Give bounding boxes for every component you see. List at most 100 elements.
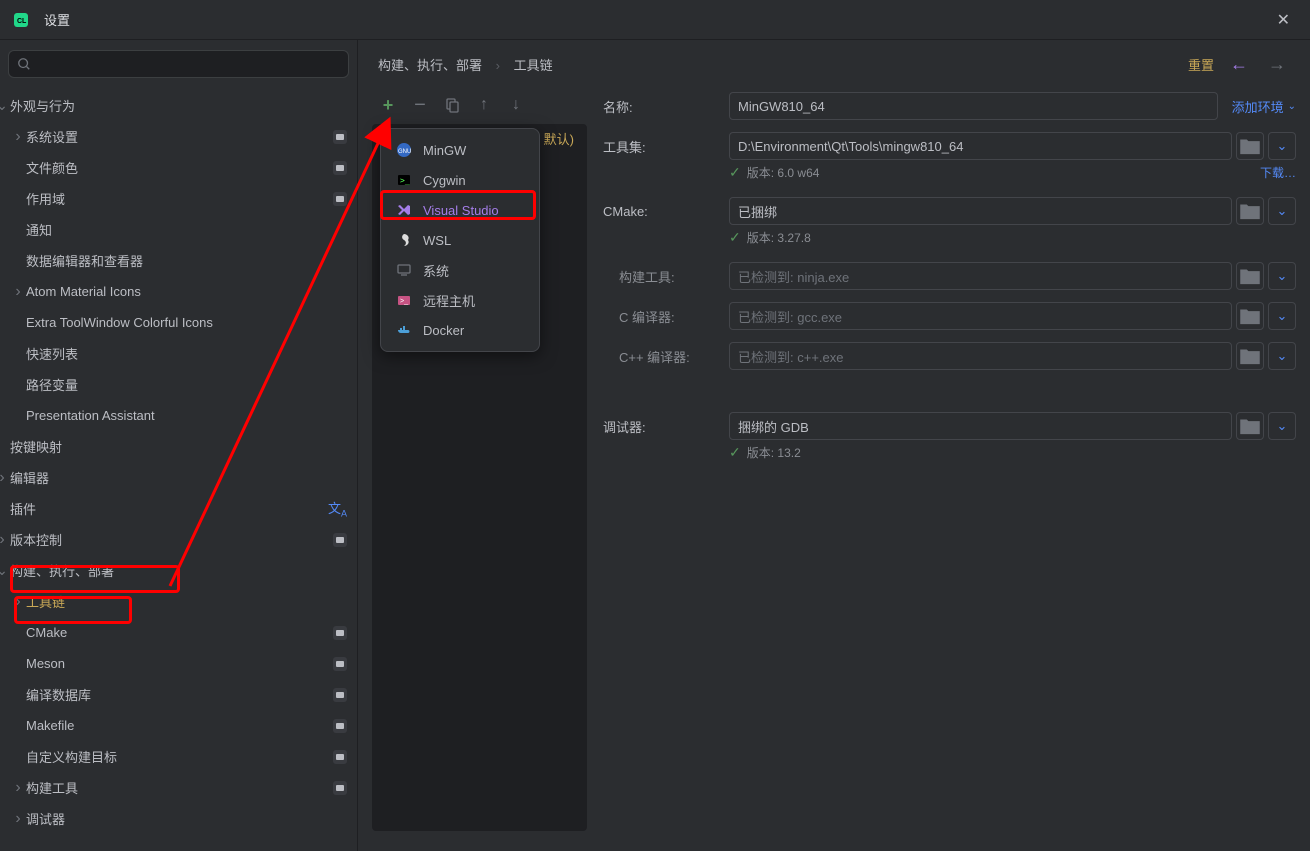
project-badge-icon (333, 719, 347, 733)
project-badge-icon (333, 130, 347, 144)
breadcrumb-sep: › (496, 58, 500, 73)
dropdown-button[interactable]: ⌄ (1268, 132, 1296, 160)
search-input[interactable] (8, 50, 349, 78)
chevron-right-icon (10, 779, 26, 797)
tree-item[interactable]: 通知 (0, 214, 357, 245)
buildtool-input[interactable]: 已检测到: ninja.exe (729, 262, 1232, 290)
tree-item[interactable]: CMake (0, 617, 357, 648)
popup-item-mingw[interactable]: GNUMinGW (381, 135, 539, 165)
name-input[interactable]: MinGW810_64 (729, 92, 1218, 120)
project-badge-icon (333, 781, 347, 795)
tree-item[interactable]: Presentation Assistant (0, 400, 357, 431)
browse-folder-button[interactable] (1236, 302, 1264, 330)
tree-item[interactable]: 自定义构建目标 (0, 741, 357, 772)
remove-button[interactable]: − (408, 93, 432, 117)
cpp-compiler-label: C++ 编译器: (603, 347, 729, 366)
reset-link[interactable]: 重置 (1188, 55, 1214, 74)
tree-item[interactable]: 作用域 (0, 183, 357, 214)
tree-item-label: Makefile (26, 718, 74, 733)
add-environment-link[interactable]: 添加环境 ⌄ (1232, 97, 1296, 116)
chevron-right-icon (10, 593, 26, 611)
browse-folder-button[interactable] (1236, 262, 1264, 290)
tree-item-label: CMake (26, 625, 67, 640)
project-badge-icon (333, 657, 347, 671)
tree-item[interactable]: 构建工具 (0, 772, 357, 803)
back-arrow-icon[interactable]: ← (1226, 54, 1252, 75)
tree-item[interactable]: 文件颜色 (0, 152, 357, 183)
tree-item[interactable]: 路径变量 (0, 369, 357, 400)
tree-item[interactable]: 构建、执行、部署 (0, 555, 357, 586)
cmake-input[interactable]: 已捆绑 (729, 197, 1232, 225)
toolset-version: ✓ 版本: 6.0 w64 下载… (729, 164, 1296, 181)
forward-arrow-icon[interactable]: → (1264, 54, 1290, 75)
tree-item[interactable]: 快速列表 (0, 338, 357, 369)
dropdown-button[interactable]: ⌄ (1268, 302, 1296, 330)
browse-folder-button[interactable] (1236, 132, 1264, 160)
tree-item[interactable]: Extra ToolWindow Colorful Icons (0, 307, 357, 338)
name-label: 名称: (603, 97, 729, 116)
popup-item-cygwin[interactable]: >_Cygwin (381, 165, 539, 195)
chevron-right-icon (0, 531, 10, 549)
dropdown-button[interactable]: ⌄ (1268, 197, 1296, 225)
cmake-label: CMake: (603, 204, 729, 219)
cmake-version: ✓ 版本: 3.27.8 (729, 229, 1296, 246)
tree-item-label: 编辑器 (10, 468, 49, 487)
tree-item[interactable]: 版本控制 (0, 524, 357, 555)
tree-item[interactable]: 编辑器 (0, 462, 357, 493)
project-badge-icon (333, 750, 347, 764)
dropdown-button[interactable]: ⌄ (1268, 262, 1296, 290)
c-compiler-input[interactable]: 已检测到: gcc.exe (729, 302, 1232, 330)
close-button[interactable]: ✕ (1269, 6, 1298, 34)
cpp-compiler-input[interactable]: 已检测到: c++.exe (729, 342, 1232, 370)
tree-item[interactable]: Atom Material Icons (0, 276, 357, 307)
tree-item[interactable]: 外观与行为 (0, 90, 357, 121)
popup-item-label: 远程主机 (423, 291, 475, 310)
tree-item-label: 编译数据库 (26, 685, 91, 704)
tree-item-label: 插件 (10, 499, 36, 518)
tree-item[interactable]: 数据编辑器和查看器 (0, 245, 357, 276)
tree-item-label: 数据编辑器和查看器 (26, 251, 143, 270)
tree-item[interactable]: 按键映射 (0, 431, 357, 462)
move-up-button[interactable]: ↑ (472, 93, 496, 117)
tree-item[interactable]: 插件文A (0, 493, 357, 524)
popup-item-vs[interactable]: Visual Studio (381, 195, 539, 225)
tree-item-label: 作用域 (26, 189, 65, 208)
chevron-right-icon (10, 283, 26, 301)
tree-item-label: 构建工具 (26, 778, 78, 797)
wsl-icon (395, 232, 413, 248)
svg-text:>_: >_ (400, 298, 408, 305)
browse-folder-button[interactable] (1236, 197, 1264, 225)
popup-item-remote[interactable]: >_ 远程主机 (381, 285, 539, 315)
browse-folder-button[interactable] (1236, 412, 1264, 440)
download-link[interactable]: 下载… (1260, 164, 1296, 181)
svg-text:>_: >_ (400, 176, 410, 185)
tree-item[interactable]: 系统设置 (0, 121, 357, 152)
svg-text:GNU: GNU (398, 149, 411, 155)
add-button[interactable]: + (376, 93, 400, 117)
dropdown-button[interactable]: ⌄ (1268, 412, 1296, 440)
dropdown-button[interactable]: ⌄ (1268, 342, 1296, 370)
breadcrumb-part[interactable]: 构建、执行、部署 (378, 58, 482, 73)
browse-folder-button[interactable] (1236, 342, 1264, 370)
toolset-input[interactable]: D:\Environment\Qt\Tools\mingw810_64 (729, 132, 1232, 160)
move-down-button[interactable]: ↓ (504, 93, 528, 117)
tree-item-label: 路径变量 (26, 375, 78, 394)
tree-item[interactable]: 工具链 (0, 586, 357, 617)
check-icon: ✓ (729, 164, 741, 181)
copy-button[interactable] (440, 93, 464, 117)
check-icon: ✓ (729, 229, 741, 246)
window-title: 设置 (44, 10, 70, 29)
tree-item[interactable]: 编译数据库 (0, 679, 357, 710)
debugger-input[interactable]: 捆绑的 GDB (729, 412, 1232, 440)
tree-item[interactable]: Makefile (0, 710, 357, 741)
popup-item-label: Visual Studio (423, 203, 499, 218)
cygwin-icon: >_ (395, 172, 413, 188)
tree-item[interactable]: 调试器 (0, 803, 357, 834)
tree-item-label: 快速列表 (26, 344, 78, 363)
popup-item-system[interactable]: 系统 (381, 255, 539, 285)
tree-item[interactable]: Meson (0, 648, 357, 679)
popup-item-wsl[interactable]: WSL (381, 225, 539, 255)
project-badge-icon (333, 161, 347, 175)
breadcrumb: 构建、执行、部署 › 工具链 (378, 55, 553, 74)
popup-item-docker[interactable]: Docker (381, 315, 539, 345)
